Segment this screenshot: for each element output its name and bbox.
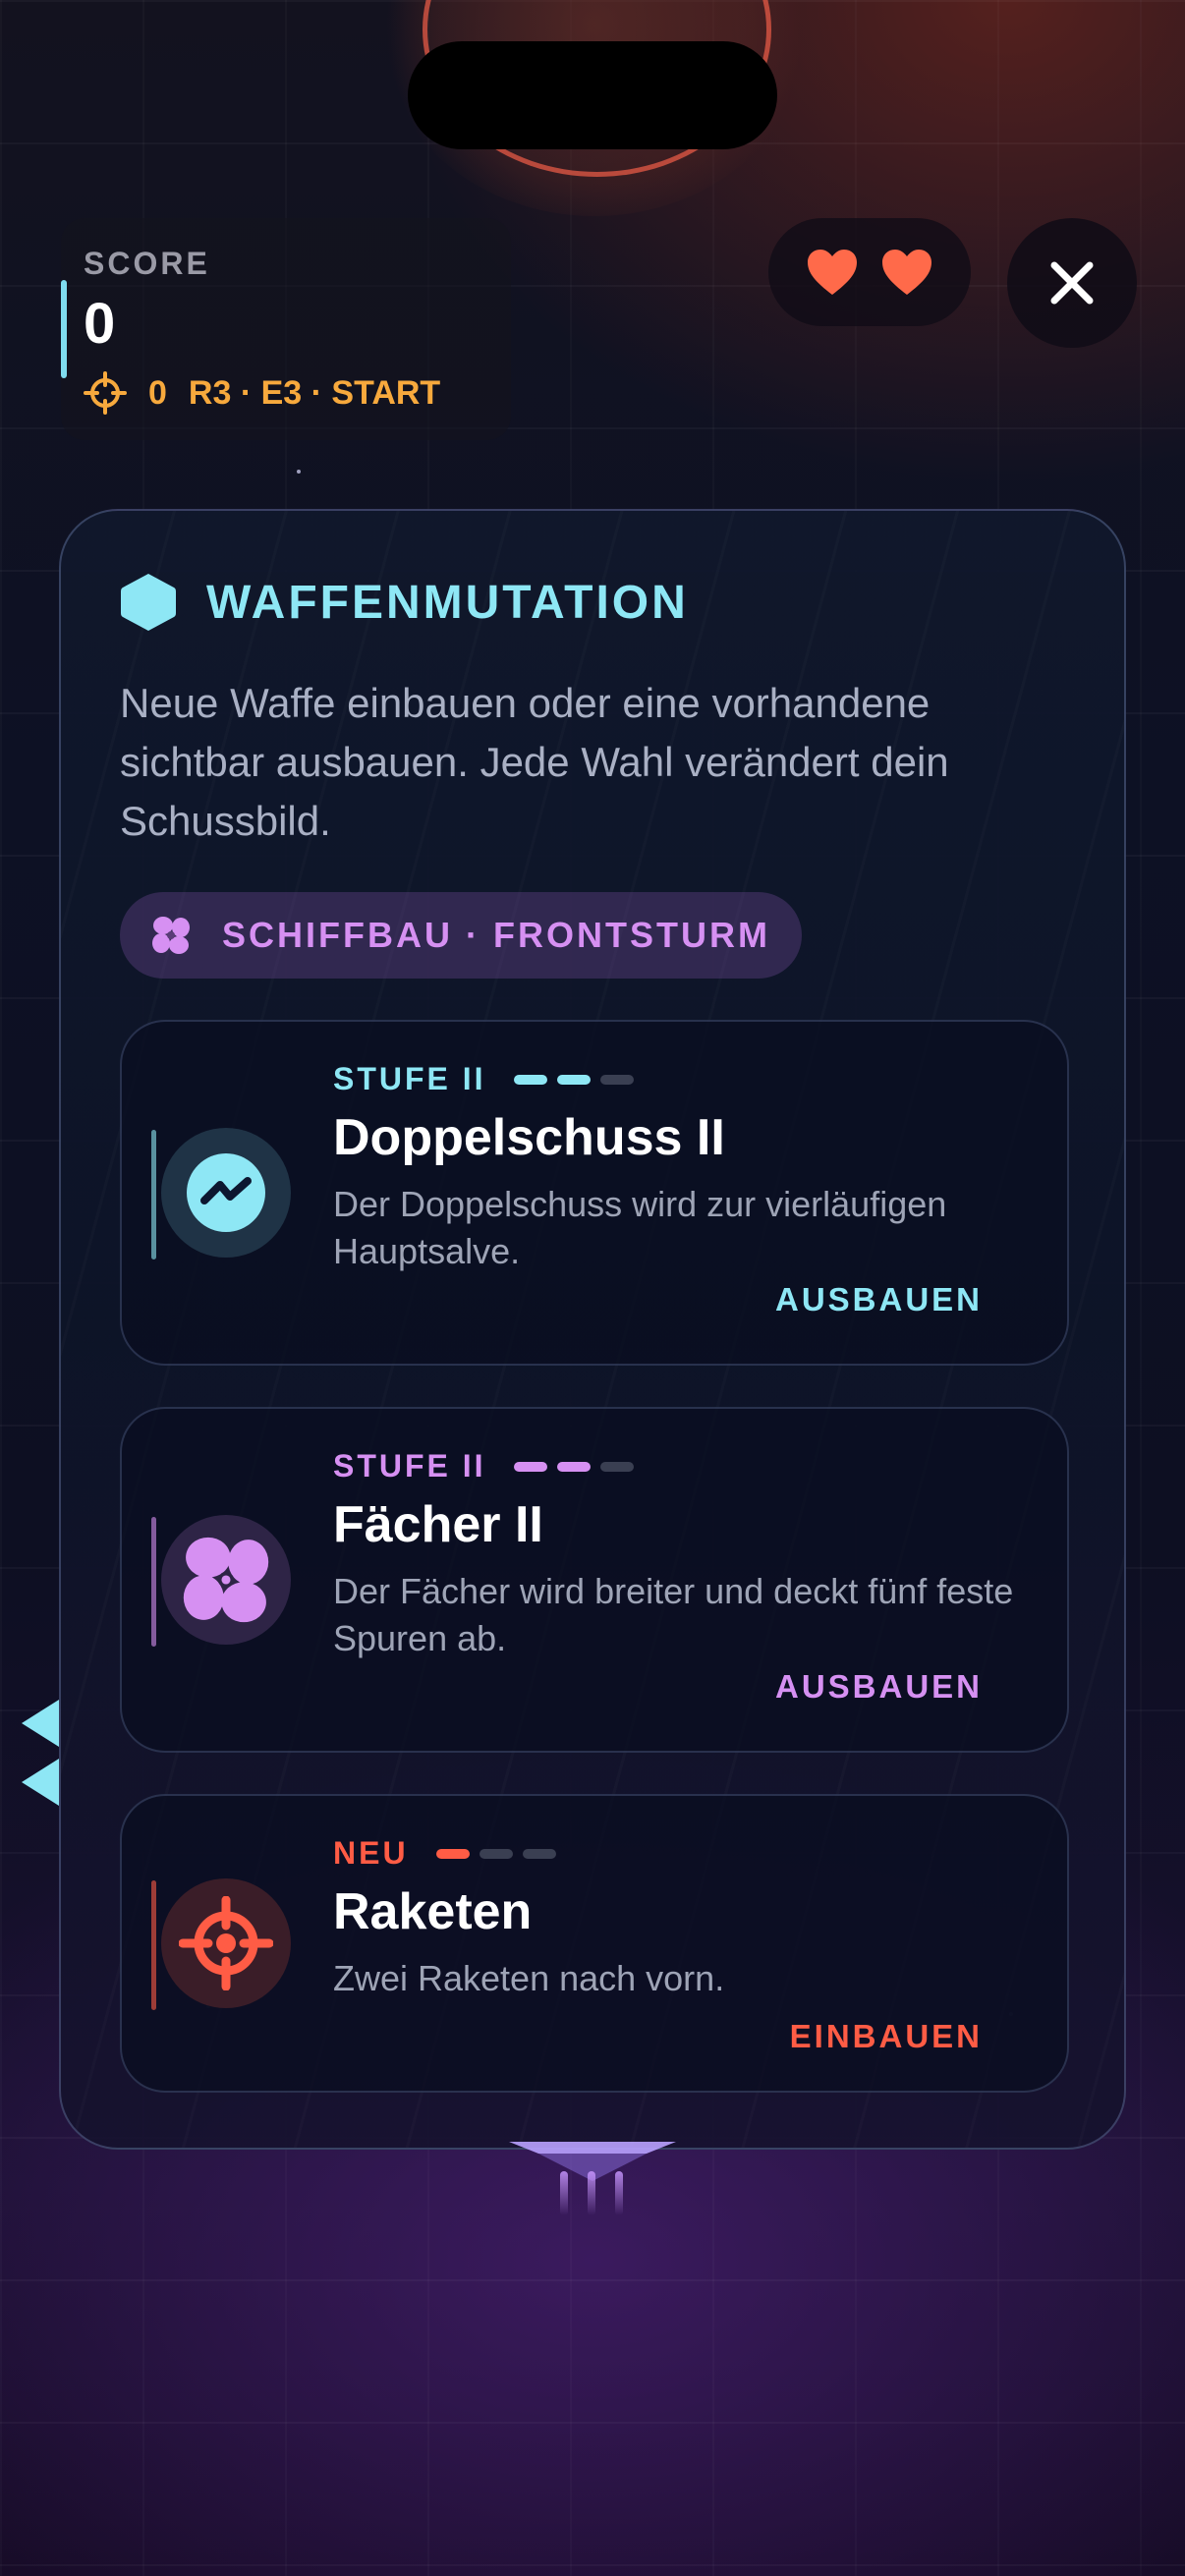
weapon-option-card[interactable]: STUFE II Doppelschuss II Der Doppelschus…	[120, 1020, 1069, 1366]
star	[297, 470, 301, 474]
close-button[interactable]	[1007, 218, 1137, 348]
icon-badge	[161, 1878, 291, 2008]
weapon-description: Der Doppelschuss wird zur vierläufigen H…	[333, 1184, 947, 1271]
pip-empty	[599, 1074, 634, 1085]
card-level: STUFE II	[333, 1061, 634, 1097]
weapon-option-card[interactable]: STUFE II Fächer II Der Fächer wird breit…	[120, 1407, 1069, 1753]
score-accent-bar	[61, 280, 67, 378]
pip-filled	[513, 1461, 547, 1472]
upgrade-button[interactable]: AUSBAUEN	[775, 1668, 983, 1706]
pip-filled	[556, 1074, 591, 1085]
pip-filled	[556, 1461, 591, 1472]
card-accent	[151, 1880, 156, 2010]
level-label: NEU	[333, 1835, 409, 1871]
icon-badge	[161, 1515, 291, 1645]
chip-label: SCHIFFBAU · FRONTSTURM	[222, 915, 770, 955]
stage-indicator: R3 · E3 · START	[188, 373, 441, 412]
crosshair-icon	[179, 1896, 273, 1990]
upgrade-button[interactable]: AUSBAUEN	[775, 1281, 983, 1318]
level-label: STUFE II	[333, 1448, 486, 1484]
crosshair-icon	[84, 371, 127, 415]
category-chip: SCHIFFBAU · FRONTSTURM	[120, 892, 802, 979]
score-label: SCORE	[84, 246, 210, 281]
lives-display	[768, 218, 971, 326]
card-level: STUFE II	[333, 1448, 634, 1484]
score-meta: 0 R3 · E3 · START	[84, 371, 440, 415]
level-pips	[513, 1461, 634, 1472]
level-label: STUFE II	[333, 1061, 486, 1096]
dialog-header: WAFFENMUTATION	[120, 572, 689, 633]
pip-empty	[479, 1848, 513, 1859]
arrow-left-icon	[22, 1700, 59, 1747]
dialog-description: Neue Waffe einbauen oder eine vorhandene…	[120, 680, 949, 844]
weapon-name: Fächer II	[333, 1496, 543, 1553]
dynamic-island	[408, 41, 777, 149]
thruster-glow	[560, 2171, 568, 2215]
install-button[interactable]: EINBAUEN	[790, 2018, 983, 2055]
icon-badge	[161, 1128, 291, 1258]
weapon-description: Der Fächer wird breiter und deckt fünf f…	[333, 1571, 1014, 1658]
weapon-option-card[interactable]: NEU Raketen Zwei Raketen nach vorn. EINB…	[120, 1794, 1069, 2093]
level-pips	[435, 1848, 556, 1859]
level-pips	[513, 1074, 634, 1085]
kill-count: 0	[148, 373, 167, 412]
arrow-left-icon	[22, 1759, 59, 1806]
weapon-name: Doppelschuss II	[333, 1109, 725, 1166]
thruster-glow	[615, 2171, 623, 2215]
pip-filled	[435, 1848, 470, 1859]
card-accent	[151, 1517, 156, 1647]
weapon-mutation-dialog: WAFFENMUTATION Neue Waffe einbauen oder …	[59, 509, 1126, 2150]
pip-empty	[599, 1461, 634, 1472]
heart-icon	[808, 250, 857, 295]
card-level: NEU	[333, 1835, 556, 1872]
thruster-glow	[588, 2171, 595, 2215]
card-accent	[151, 1130, 156, 1260]
pip-filled	[513, 1074, 547, 1085]
wave-icon	[187, 1153, 265, 1232]
heart-icon	[882, 250, 931, 295]
close-icon	[1050, 261, 1094, 305]
dialog-title: WAFFENMUTATION	[206, 576, 689, 629]
fan-icon	[152, 917, 190, 954]
fan-icon	[183, 1537, 269, 1623]
pip-empty	[522, 1848, 556, 1859]
weapon-description: Zwei Raketen nach vorn.	[333, 1958, 725, 1998]
hexagon-icon	[121, 574, 176, 631]
score-value: 0	[84, 292, 116, 356]
weapon-name: Raketen	[333, 1883, 533, 1940]
